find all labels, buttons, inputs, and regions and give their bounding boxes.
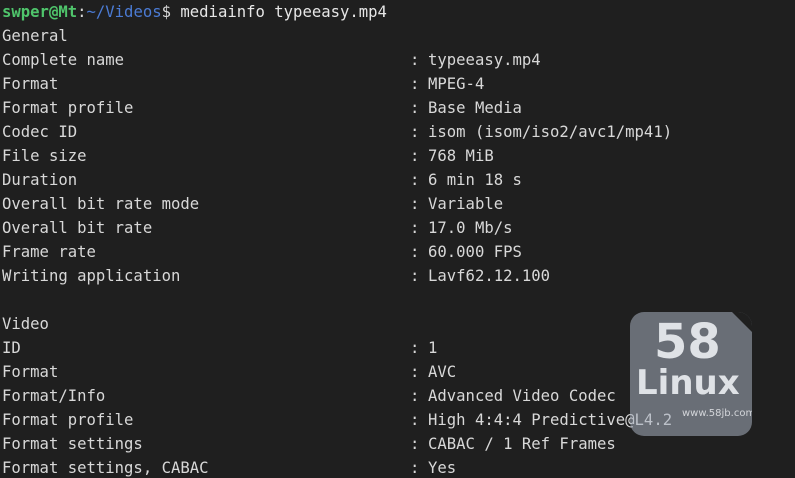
field-value: Base Media bbox=[428, 99, 522, 117]
field-label: Format settings bbox=[2, 435, 143, 453]
video-section-title: Video bbox=[2, 315, 49, 333]
field-label: Overall bit rate bbox=[2, 219, 153, 237]
info-row: Format: MPEG-4 bbox=[0, 72, 795, 96]
field-label: ID bbox=[2, 339, 21, 357]
general-section-title: General bbox=[2, 27, 68, 45]
field-separator: : bbox=[410, 147, 429, 165]
info-row: File size: 768 MiB bbox=[0, 144, 795, 168]
info-row: Overall bit rate mode: Variable bbox=[0, 192, 795, 216]
field-label: Overall bit rate mode bbox=[2, 195, 200, 213]
command-text: mediainfo typeeasy.mp4 bbox=[180, 3, 387, 21]
field-separator: : bbox=[410, 51, 429, 69]
field-value: 60.000 FPS bbox=[428, 243, 522, 261]
field-separator: : bbox=[410, 387, 429, 405]
field-value: Variable bbox=[428, 195, 504, 213]
field-value: 17.0 Mb/s bbox=[428, 219, 513, 237]
info-row: Format profile: Base Media bbox=[0, 96, 795, 120]
field-value: 1 bbox=[428, 339, 438, 357]
field-label: Format profile bbox=[2, 99, 134, 117]
field-value: 6 min 18 s bbox=[428, 171, 522, 189]
prompt-user-host: swper@Mt bbox=[2, 3, 78, 21]
info-row: Frame rate: 60.000 FPS bbox=[0, 240, 795, 264]
field-label: Format bbox=[2, 363, 59, 381]
field-separator: : bbox=[410, 363, 429, 381]
prompt-colon: : bbox=[77, 3, 87, 21]
field-value: CABAC / 1 Ref Frames bbox=[428, 435, 616, 453]
field-value: Advanced Video Codec bbox=[428, 387, 616, 405]
field-separator: : bbox=[410, 195, 429, 213]
field-value: typeeasy.mp4 bbox=[428, 51, 541, 69]
info-row: Format: AVC bbox=[0, 360, 795, 384]
info-row: ID: 1 bbox=[0, 336, 795, 360]
field-label: Frame rate bbox=[2, 243, 96, 261]
field-label: Writing application bbox=[2, 267, 181, 285]
prompt-line: swper@Mt:~/Videos$ mediainfo typeeasy.mp… bbox=[0, 0, 795, 24]
field-value: 768 MiB bbox=[428, 147, 494, 165]
field-value: High 4:4:4 Predictive@L4.2 bbox=[428, 411, 673, 429]
info-row: Format settings, CABAC: Yes bbox=[0, 456, 795, 478]
field-separator: : bbox=[410, 243, 429, 261]
field-separator: : bbox=[410, 435, 429, 453]
terminal-window[interactable]: swper@Mt:~/Videos$ mediainfo typeeasy.mp… bbox=[0, 0, 795, 478]
field-label: Format bbox=[2, 75, 59, 93]
field-label: Complete name bbox=[2, 51, 125, 69]
field-separator: : bbox=[410, 99, 429, 117]
field-separator: : bbox=[410, 219, 429, 237]
field-label: Format profile bbox=[2, 411, 134, 429]
field-label: Format/Info bbox=[2, 387, 106, 405]
info-row: Codec ID: isom (isom/iso2/avc1/mp41) bbox=[0, 120, 795, 144]
info-row: Duration: 6 min 18 s bbox=[0, 168, 795, 192]
field-separator: : bbox=[410, 267, 429, 285]
field-value: AVC bbox=[428, 363, 457, 381]
field-value: isom (isom/iso2/avc1/mp41) bbox=[428, 123, 673, 141]
field-value: Lavf62.12.100 bbox=[428, 267, 551, 285]
field-separator: : bbox=[410, 171, 429, 189]
field-label: Format settings, CABAC bbox=[2, 459, 209, 477]
field-label: Codec ID bbox=[2, 123, 78, 141]
prompt-symbol: $ bbox=[161, 3, 181, 21]
info-row: Format/Info: Advanced Video Codec bbox=[0, 384, 795, 408]
info-row: Complete name: typeeasy.mp4 bbox=[0, 48, 795, 72]
prompt-path: ~/Videos bbox=[86, 3, 162, 21]
info-row: Writing application: Lavf62.12.100 bbox=[0, 264, 795, 288]
field-separator: : bbox=[410, 411, 429, 429]
field-label: Duration bbox=[2, 171, 78, 189]
field-separator: : bbox=[410, 75, 429, 93]
info-row: Overall bit rate: 17.0 Mb/s bbox=[0, 216, 795, 240]
field-separator: : bbox=[410, 459, 429, 477]
field-value: MPEG-4 bbox=[428, 75, 485, 93]
field-value: Yes bbox=[428, 459, 457, 477]
field-separator: : bbox=[410, 339, 429, 357]
info-row: Format settings: CABAC / 1 Ref Frames bbox=[0, 432, 795, 456]
field-label: File size bbox=[2, 147, 87, 165]
info-row: Format profile: High 4:4:4 Predictive@L4… bbox=[0, 408, 795, 432]
field-separator: : bbox=[410, 123, 429, 141]
